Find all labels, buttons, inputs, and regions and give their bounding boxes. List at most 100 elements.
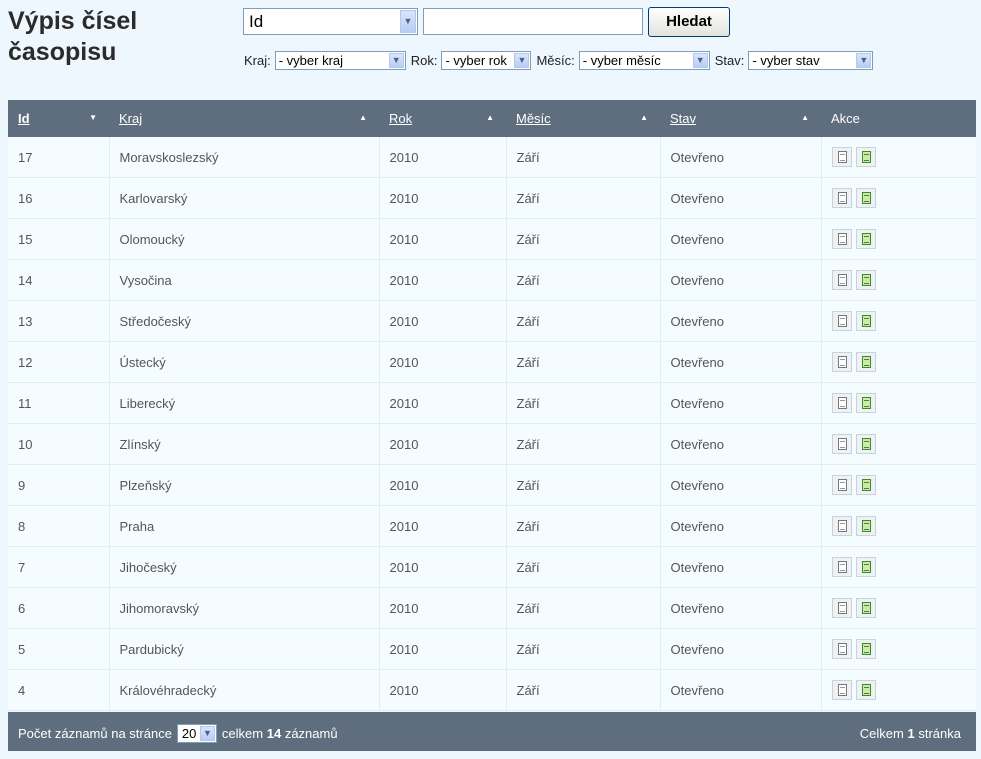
cell-kraj: Vysočina bbox=[109, 259, 380, 301]
cell-mesic: Září bbox=[506, 341, 661, 383]
cell-akce bbox=[821, 177, 976, 219]
view-document-icon[interactable] bbox=[831, 147, 852, 167]
filter-mesic-select[interactable]: - vyber měsíc ▼ bbox=[578, 50, 710, 70]
edit-document-icon[interactable] bbox=[855, 475, 876, 495]
edit-document-icon[interactable] bbox=[855, 311, 876, 331]
search-field-select[interactable]: Id ▼ bbox=[243, 8, 418, 35]
cell-id: 15 bbox=[8, 218, 110, 260]
cell-akce bbox=[821, 423, 976, 465]
column-header-akce: Akce bbox=[821, 100, 976, 137]
pages-suffix: stránka bbox=[918, 726, 961, 741]
view-document-icon[interactable] bbox=[831, 311, 852, 331]
page-title: Výpis čísel časopisu bbox=[8, 6, 137, 68]
edit-document-icon[interactable] bbox=[855, 393, 876, 413]
edit-document-icon[interactable] bbox=[855, 639, 876, 659]
cell-id: 9 bbox=[8, 464, 110, 506]
chevron-down-icon[interactable]: ▼ bbox=[199, 726, 215, 741]
cell-rok: 2010 bbox=[379, 464, 507, 506]
table-row: 15 Olomoucký 2010 Září Otevřeno bbox=[8, 218, 976, 260]
column-header-mesic-label[interactable]: Měsíc bbox=[516, 111, 551, 126]
cell-akce bbox=[821, 218, 976, 260]
view-document-icon[interactable] bbox=[831, 352, 852, 372]
column-header-kraj[interactable]: Kraj ▲ bbox=[109, 100, 379, 137]
search-button[interactable]: Hledat bbox=[648, 7, 730, 37]
cell-kraj: Ústecký bbox=[109, 341, 380, 383]
pages-prefix: Celkem bbox=[859, 726, 904, 741]
column-header-kraj-label[interactable]: Kraj bbox=[119, 111, 142, 126]
sort-asc-icon: ▲ bbox=[486, 113, 494, 122]
view-document-icon[interactable] bbox=[831, 557, 852, 577]
cell-akce bbox=[821, 137, 976, 178]
cell-mesic: Září bbox=[506, 300, 661, 342]
cell-rok: 2010 bbox=[379, 177, 507, 219]
view-document-icon[interactable] bbox=[831, 229, 852, 249]
filter-kraj-select[interactable]: - vyber kraj ▼ bbox=[274, 50, 406, 70]
table-footer: Počet záznamů na stránce 20 ▼ celkem 14 … bbox=[8, 712, 976, 751]
filter-bar: Kraj: - vyber kraj ▼ Rok: - vyber rok ▼ … bbox=[244, 50, 878, 70]
chevron-down-icon[interactable]: ▼ bbox=[388, 52, 404, 68]
cell-kraj: Liberecký bbox=[109, 382, 380, 424]
table-row: 4 Královéhradecký 2010 Září Otevřeno bbox=[8, 669, 976, 711]
per-page-select[interactable]: 20 ▼ bbox=[176, 724, 217, 743]
chevron-down-icon[interactable]: ▼ bbox=[692, 52, 708, 68]
cell-id: 4 bbox=[8, 669, 110, 711]
view-document-icon[interactable] bbox=[831, 598, 852, 618]
cell-akce bbox=[821, 259, 976, 301]
edit-document-icon[interactable] bbox=[855, 229, 876, 249]
column-header-stav[interactable]: Stav ▲ bbox=[660, 100, 821, 137]
column-header-mesic[interactable]: Měsíc ▲ bbox=[506, 100, 660, 137]
cell-rok: 2010 bbox=[379, 669, 507, 711]
edit-document-icon[interactable] bbox=[855, 557, 876, 577]
cell-id: 14 bbox=[8, 259, 110, 301]
view-document-icon[interactable] bbox=[831, 270, 852, 290]
cell-rok: 2010 bbox=[379, 423, 507, 465]
edit-document-icon[interactable] bbox=[855, 270, 876, 290]
view-document-icon[interactable] bbox=[831, 516, 852, 536]
view-document-icon[interactable] bbox=[831, 188, 852, 208]
view-document-icon[interactable] bbox=[831, 393, 852, 413]
view-document-icon[interactable] bbox=[831, 680, 852, 700]
chevron-down-icon[interactable]: ▼ bbox=[514, 52, 530, 68]
edit-document-icon[interactable] bbox=[855, 434, 876, 454]
chevron-down-icon[interactable]: ▼ bbox=[400, 10, 416, 33]
view-document-icon[interactable] bbox=[831, 639, 852, 659]
view-document-icon[interactable] bbox=[831, 475, 852, 495]
column-header-id-label[interactable]: Id bbox=[18, 111, 30, 126]
edit-document-icon[interactable] bbox=[855, 352, 876, 372]
chevron-down-icon[interactable]: ▼ bbox=[856, 52, 872, 68]
cell-stav: Otevřeno bbox=[660, 300, 822, 342]
records-table: Id ▼ Kraj ▲ Rok ▲ Měsíc ▲ Stav ▲ Akce 17… bbox=[8, 100, 976, 711]
cell-mesic: Září bbox=[506, 505, 661, 547]
filter-kraj-value: - vyber kraj bbox=[278, 52, 344, 68]
cell-mesic: Září bbox=[506, 423, 661, 465]
table-row: 9 Plzeňský 2010 Září Otevřeno bbox=[8, 464, 976, 506]
cell-kraj: Jihomoravský bbox=[109, 587, 380, 629]
cell-id: 12 bbox=[8, 341, 110, 383]
column-header-rok[interactable]: Rok ▲ bbox=[379, 100, 506, 137]
filter-rok-select[interactable]: - vyber rok ▼ bbox=[441, 50, 532, 70]
table-row: 16 Karlovarský 2010 Září Otevřeno bbox=[8, 177, 976, 219]
cell-id: 7 bbox=[8, 546, 110, 588]
edit-document-icon[interactable] bbox=[855, 188, 876, 208]
column-header-rok-label[interactable]: Rok bbox=[389, 111, 412, 126]
per-page-label: Počet záznamů na stránce bbox=[18, 726, 172, 741]
cell-id: 5 bbox=[8, 628, 110, 670]
column-header-stav-label[interactable]: Stav bbox=[670, 111, 696, 126]
column-header-id[interactable]: Id ▼ bbox=[8, 100, 109, 137]
edit-document-icon[interactable] bbox=[855, 598, 876, 618]
cell-stav: Otevřeno bbox=[660, 382, 822, 424]
edit-document-icon[interactable] bbox=[855, 680, 876, 700]
per-page-value: 20 bbox=[181, 726, 197, 741]
sort-asc-icon: ▲ bbox=[640, 113, 648, 122]
search-input[interactable] bbox=[423, 8, 643, 35]
filter-stav-select[interactable]: - vyber stav ▼ bbox=[748, 50, 874, 70]
cell-kraj: Zlínský bbox=[109, 423, 380, 465]
edit-document-icon[interactable] bbox=[855, 147, 876, 167]
cell-akce bbox=[821, 546, 976, 588]
view-document-icon[interactable] bbox=[831, 434, 852, 454]
cell-kraj: Pardubický bbox=[109, 628, 380, 670]
edit-document-icon[interactable] bbox=[855, 516, 876, 536]
cell-akce bbox=[821, 300, 976, 342]
cell-mesic: Září bbox=[506, 669, 661, 711]
cell-rok: 2010 bbox=[379, 628, 507, 670]
